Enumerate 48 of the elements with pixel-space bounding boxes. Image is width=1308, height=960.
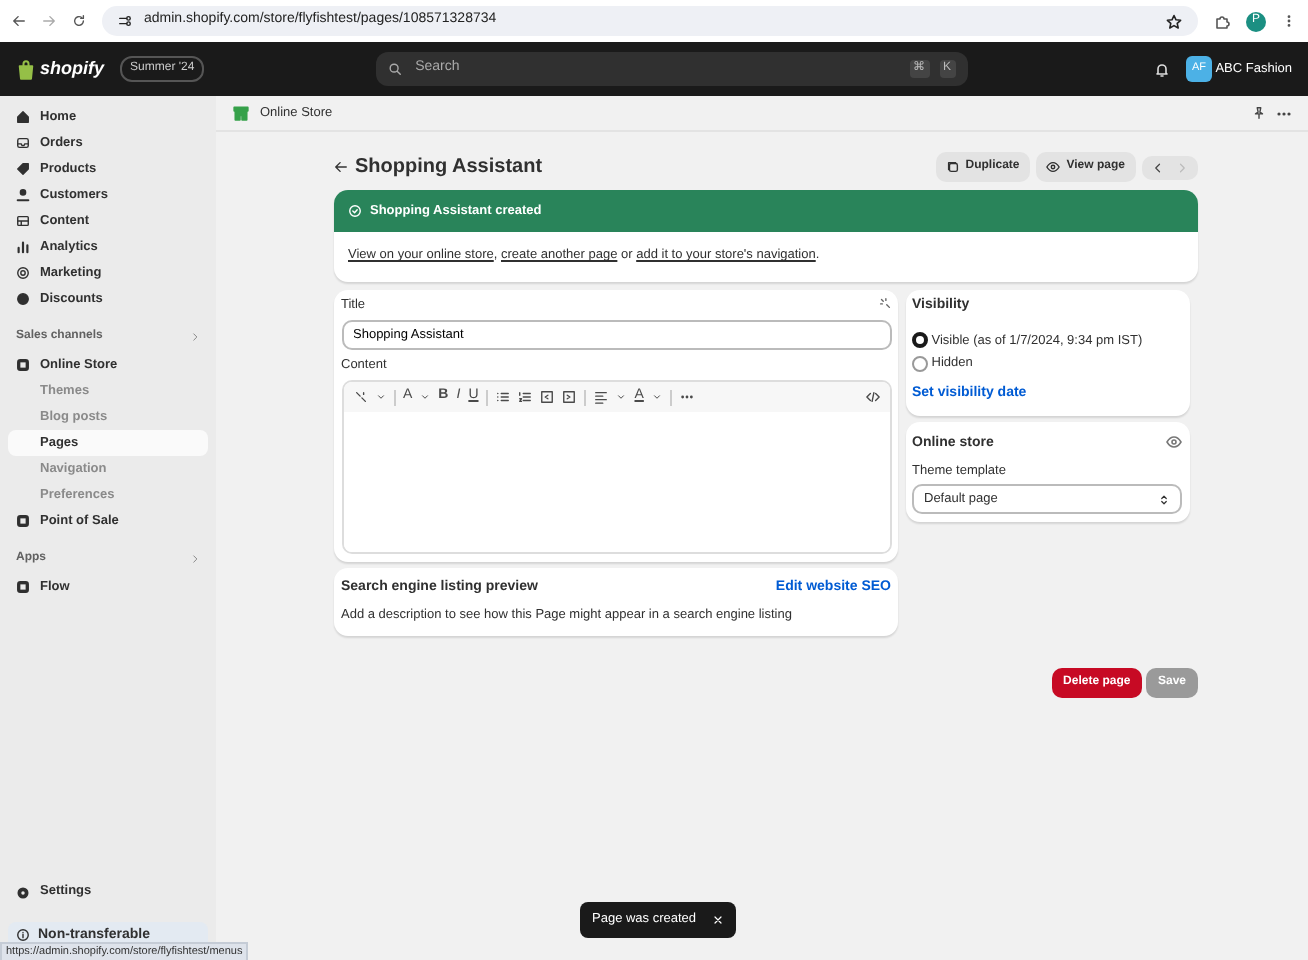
duplicate-icon [945,160,960,174]
info-icon [16,928,30,943]
search-icon [387,62,402,76]
pin-icon[interactable] [1252,106,1266,120]
kebab-menu-icon[interactable] [1282,14,1296,28]
eye-icon[interactable] [1166,433,1182,449]
numbered-list-icon[interactable] [518,390,533,404]
inbox-icon [16,136,30,150]
more-icon[interactable] [679,390,694,404]
tag-icon [16,162,30,176]
app-square-icon [16,580,30,594]
bell-icon[interactable] [1153,61,1170,77]
bar-chart-icon [16,240,30,254]
site-settings-icon [118,14,132,28]
caret-icon[interactable] [420,392,431,402]
logo-text: shopify [40,55,105,82]
code-icon[interactable] [865,390,879,404]
caret-icon[interactable] [616,392,627,402]
align-left-icon[interactable] [594,390,609,404]
chevron-right-icon[interactable] [190,554,200,564]
magic-wand-icon[interactable] [353,390,367,404]
caret-icon[interactable] [375,392,385,402]
app-square-icon [16,358,30,372]
outdent-icon[interactable] [540,390,555,404]
indent-icon[interactable] [562,390,577,404]
check-circle-icon [348,203,362,218]
house-icon [16,110,30,124]
select-arrows-icon [1158,493,1170,506]
star-icon[interactable] [1166,13,1182,29]
page-title: Shopping Assistant [355,154,543,182]
chevron-left-icon[interactable] [1152,161,1164,173]
back-arrow-icon[interactable] [12,14,26,28]
shopping-bag-logo-icon [16,59,36,79]
bullet-list-icon[interactable] [496,390,511,404]
store-icon [232,104,250,122]
radio-button[interactable] [912,332,928,349]
eye-icon [1046,160,1061,174]
close-icon[interactable] [712,913,725,926]
reload-icon[interactable] [72,14,86,28]
app-square-icon [16,514,30,528]
person-icon [16,188,30,202]
caret-icon[interactable] [651,392,662,402]
back-arrow-icon[interactable] [334,160,348,174]
radio-button[interactable] [912,355,928,372]
puzzle-icon[interactable] [1214,13,1230,29]
target-icon [16,266,30,280]
chevron-right-icon[interactable] [190,332,200,342]
image-icon [16,214,30,228]
